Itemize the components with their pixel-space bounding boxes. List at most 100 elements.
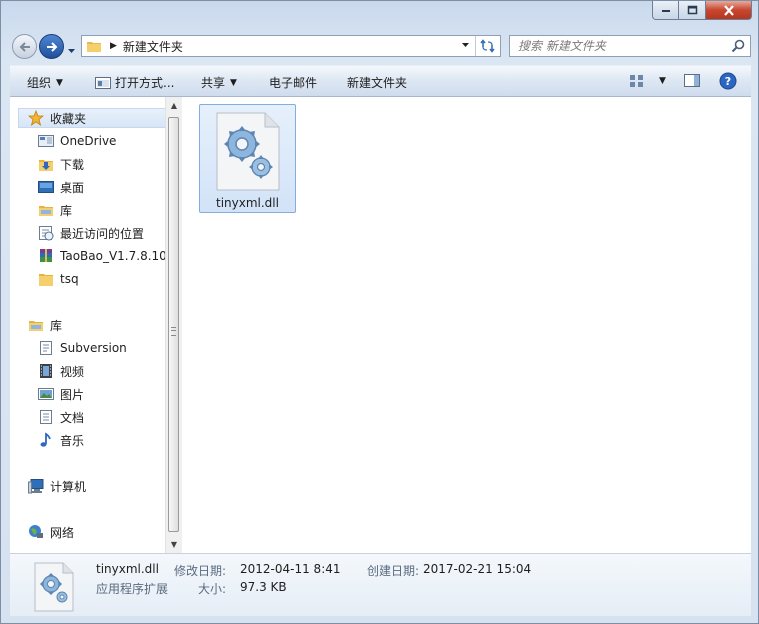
recent-pages-dropdown[interactable] [67, 43, 76, 57]
maximize-button[interactable] [679, 1, 706, 20]
scroll-up-arrow-icon[interactable]: ▲ [166, 97, 182, 114]
nav-item-downloads[interactable]: 下载 [38, 154, 84, 174]
navigation-pane: 收藏夹 OneDrive 下载 桌面 库 最近访问的位置 TaoBao_V1.7… [10, 97, 181, 553]
downloads-folder-icon [38, 156, 54, 172]
documents-icon [38, 409, 54, 425]
desktop-icon [38, 179, 54, 195]
dll-gear-icon [216, 112, 280, 191]
winrar-archive-icon [38, 248, 54, 264]
refresh-icon [480, 39, 495, 53]
minimize-button[interactable] [652, 1, 679, 20]
forward-arrow-icon [46, 41, 57, 52]
libraries-label: 库 [50, 318, 63, 333]
open-with-button[interactable]: 打开方式... [95, 74, 174, 91]
nav-item-label: 桌面 [60, 180, 85, 195]
nav-item-pictures[interactable]: 图片 [38, 384, 84, 404]
search-input[interactable] [518, 39, 718, 53]
library-icon [28, 317, 44, 333]
nav-item-label: 音乐 [60, 433, 85, 448]
computer-icon [28, 478, 44, 494]
network-label: 网络 [50, 525, 75, 540]
nav-item-label: 文档 [60, 410, 85, 425]
open-with-icon [95, 76, 111, 89]
share-label: 共享 [201, 76, 226, 90]
file-item[interactable]: tinyxml.dll [199, 104, 296, 213]
organize-button[interactable]: 组织 ▼ [27, 74, 63, 91]
help-button[interactable]: ? [719, 72, 737, 93]
nav-item-label: OneDrive [60, 134, 117, 148]
caption-buttons [652, 1, 752, 20]
back-button[interactable] [12, 34, 37, 59]
share-button[interactable]: 共享 ▼ [201, 74, 237, 91]
refresh-button[interactable] [475, 36, 500, 56]
nav-item-onedrive[interactable]: OneDrive [38, 131, 116, 151]
scrollbar-thumb[interactable] [168, 117, 179, 532]
nav-item-tsq[interactable]: tsq [38, 269, 79, 289]
search-box[interactable] [509, 35, 751, 57]
scroll-down-arrow-icon[interactable]: ▼ [166, 536, 182, 553]
nav-computer-header[interactable]: 计算机 [28, 476, 86, 496]
file-list-area[interactable]: tinyxml.dll [182, 97, 751, 553]
back-arrow-icon [19, 41, 30, 52]
nav-network-header[interactable]: 网络 [28, 522, 74, 542]
chevron-down-icon [68, 49, 75, 53]
onedrive-icon [38, 133, 54, 149]
nav-item-label: 视频 [60, 364, 85, 379]
preview-pane-button[interactable] [684, 73, 701, 92]
nav-favorites-header[interactable]: 收藏夹 [18, 108, 174, 128]
close-button[interactable] [706, 1, 752, 20]
library-icon [38, 202, 54, 218]
chevron-down-icon: ▼ [56, 77, 63, 88]
computer-label: 计算机 [50, 479, 87, 494]
search-icon[interactable] [731, 39, 745, 53]
nav-item-desktop[interactable]: 桌面 [38, 177, 84, 197]
details-file-type: 应用程序扩展 [96, 582, 169, 596]
email-label: 电子邮件 [269, 76, 318, 90]
file-name: tinyxml.dll [216, 196, 279, 210]
change-view-button[interactable]: ▼ [629, 73, 666, 89]
nav-item-label: 图片 [60, 387, 85, 402]
details-pane: tinyxml.dll 应用程序扩展 修改日期: 2012-04-11 8:41… [10, 553, 751, 616]
nav-item-documents[interactable]: 文档 [38, 407, 84, 427]
address-history-chevron-icon[interactable] [461, 42, 470, 48]
minimize-icon [661, 10, 670, 12]
video-icon [38, 363, 54, 379]
navigation-pane-scrollbar[interactable]: ▲ ▼ [165, 97, 182, 553]
details-created-value: 2017-02-21 15:04 [423, 562, 532, 576]
chevron-down-icon: ▼ [230, 77, 237, 88]
explorer-window: ▶ 新建文件夹 组织 ▼ 打开方式... 共享 ▼ 电子邮件 新建文件夹 ▼ [0, 0, 759, 624]
nav-item-recent-places[interactable]: 最近访问的位置 [38, 223, 144, 243]
nav-item-label: Subversion [60, 341, 127, 355]
svg-text:?: ? [725, 75, 731, 88]
breadcrumb-separator-icon[interactable]: ▶ [110, 41, 117, 51]
music-icon [38, 432, 54, 448]
nav-item-label: 下载 [60, 157, 85, 172]
dll-gear-icon [34, 562, 74, 612]
nav-item-subversion[interactable]: Subversion [38, 338, 127, 358]
nav-libraries-header[interactable]: 库 [28, 315, 62, 335]
breadcrumb-current-folder[interactable]: 新建文件夹 [123, 38, 183, 55]
subversion-icon [38, 340, 54, 356]
nav-item-label: 最近访问的位置 [60, 226, 145, 241]
forward-button[interactable] [39, 34, 64, 59]
network-icon [28, 524, 44, 540]
details-size-value: 97.3 KB [240, 580, 287, 594]
address-bar[interactable]: ▶ 新建文件夹 [81, 35, 501, 57]
favorites-label: 收藏夹 [50, 111, 87, 126]
nav-item-label: tsq [60, 272, 79, 286]
email-button[interactable]: 电子邮件 [269, 74, 317, 91]
details-modified-label: 修改日期: [174, 564, 227, 578]
nav-item-label: 库 [60, 203, 73, 218]
recent-places-icon [38, 225, 54, 241]
close-icon [723, 4, 734, 16]
open-with-label: 打开方式... [115, 76, 175, 90]
nav-item-music[interactable]: 音乐 [38, 430, 84, 450]
new-folder-button[interactable]: 新建文件夹 [347, 74, 407, 91]
nav-item-library[interactable]: 库 [38, 200, 72, 220]
folder-icon [87, 42, 101, 52]
nav-item-label: TaoBao_V1.7.8.10_ [60, 249, 173, 263]
nav-item-taobao[interactable]: TaoBao_V1.7.8.10_ [38, 246, 173, 266]
view-options-chevron-icon[interactable]: ▼ [659, 76, 666, 86]
details-created-label: 创建日期: [367, 564, 420, 578]
nav-item-video[interactable]: 视频 [38, 361, 84, 381]
